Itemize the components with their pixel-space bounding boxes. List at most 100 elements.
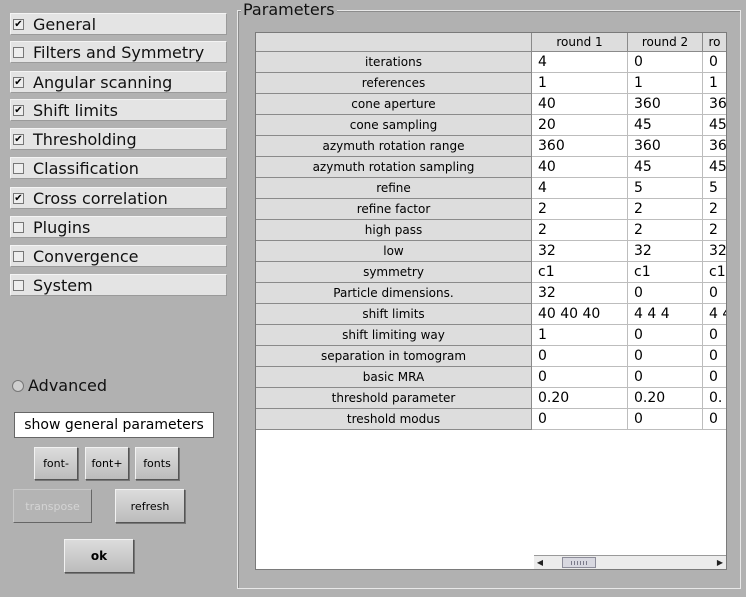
- table-cell[interactable]: 2: [628, 220, 703, 241]
- horizontal-scrollbar[interactable]: ◀ ▶: [534, 555, 726, 569]
- table-cell[interactable]: 0: [628, 346, 703, 367]
- table-cell[interactable]: c1: [628, 262, 703, 283]
- table-cell[interactable]: 0: [628, 52, 703, 73]
- show-general-parameters-button[interactable]: show general parameters: [14, 412, 214, 438]
- checkbox-checked-icon[interactable]: ✔: [13, 133, 24, 145]
- checkbox-checked-icon[interactable]: ✔: [13, 76, 24, 88]
- scrollbar-thumb[interactable]: [562, 557, 596, 568]
- category-shift-limits[interactable]: ✔ Shift limits: [10, 99, 227, 121]
- checkbox-unchecked-icon[interactable]: [13, 250, 24, 262]
- category-cross-correlation[interactable]: ✔ Cross correlation: [10, 187, 227, 209]
- table-cell[interactable]: 40: [532, 157, 628, 178]
- table-cell[interactable]: 0.20: [628, 388, 703, 409]
- table-cell[interactable]: 0: [532, 409, 628, 430]
- table-cell[interactable]: 45: [703, 157, 726, 178]
- table-cell[interactable]: 0.20: [532, 388, 628, 409]
- table-cell[interactable]: 45: [628, 157, 703, 178]
- category-thresholding[interactable]: ✔ Thresholding: [10, 128, 227, 150]
- table-cell[interactable]: 2: [703, 199, 726, 220]
- checkbox-checked-icon[interactable]: ✔: [13, 192, 24, 204]
- ok-button[interactable]: ok: [64, 539, 134, 573]
- checkbox-unchecked-icon[interactable]: [13, 46, 24, 58]
- column-header-round-1[interactable]: round 1: [532, 33, 628, 52]
- table-cell[interactable]: 1: [532, 325, 628, 346]
- table-row: refine factor 2 2 2: [256, 199, 726, 220]
- table-row: refine 4 5 5: [256, 178, 726, 199]
- radio-icon[interactable]: [12, 379, 24, 392]
- table-cell[interactable]: 0: [703, 346, 726, 367]
- table-cell[interactable]: 2: [628, 199, 703, 220]
- checkbox-unchecked-icon[interactable]: [13, 162, 24, 174]
- table-cell[interactable]: 1: [703, 73, 726, 94]
- table-row: symmetry c1 c1 c1: [256, 262, 726, 283]
- table-cell[interactable]: 32: [703, 241, 726, 262]
- row-header: separation in tomogram: [256, 346, 532, 367]
- column-header-round-3[interactable]: ro: [703, 33, 726, 52]
- category-label: Thresholding: [33, 129, 137, 149]
- category-general[interactable]: ✔ General: [10, 13, 227, 35]
- row-header: references: [256, 73, 532, 94]
- table-cell[interactable]: 360: [628, 94, 703, 115]
- table-cell[interactable]: 40: [532, 94, 628, 115]
- table-cell[interactable]: c1: [703, 262, 726, 283]
- table-cell[interactable]: 0: [703, 283, 726, 304]
- category-classification[interactable]: Classification: [10, 157, 227, 179]
- category-plugins[interactable]: Plugins: [10, 216, 227, 238]
- checkbox-checked-icon[interactable]: ✔: [13, 104, 24, 116]
- category-convergence[interactable]: Convergence: [10, 245, 227, 267]
- table-cell[interactable]: 4: [532, 178, 628, 199]
- category-angular-scanning[interactable]: ✔ Angular scanning: [10, 71, 227, 93]
- row-header: azymuth rotation sampling: [256, 157, 532, 178]
- checkbox-unchecked-icon[interactable]: [13, 221, 24, 233]
- table-cell[interactable]: 32: [532, 283, 628, 304]
- checkbox-checked-icon[interactable]: ✔: [13, 18, 24, 30]
- table-cell[interactable]: 32: [628, 241, 703, 262]
- table-cell[interactable]: 0: [628, 409, 703, 430]
- table-cell[interactable]: 0: [703, 325, 726, 346]
- table-cell[interactable]: 5: [628, 178, 703, 199]
- table-cell[interactable]: 45: [628, 115, 703, 136]
- font-decrease-button[interactable]: font-: [34, 447, 78, 480]
- category-system[interactable]: System: [10, 274, 227, 296]
- category-label: Angular scanning: [33, 72, 173, 92]
- table-cell[interactable]: 4 4 4: [628, 304, 703, 325]
- table-cell[interactable]: 0: [532, 367, 628, 388]
- table-cell[interactable]: 0: [628, 283, 703, 304]
- category-filters-and-symmetry[interactable]: Filters and Symmetry: [10, 41, 227, 63]
- table-cell[interactable]: 360: [628, 136, 703, 157]
- table-cell[interactable]: 4: [532, 52, 628, 73]
- scroll-left-arrow-icon[interactable]: ◀: [534, 556, 546, 569]
- table-cell[interactable]: 2: [532, 199, 628, 220]
- table-cell[interactable]: 20: [532, 115, 628, 136]
- table-cell[interactable]: 4 4: [703, 304, 726, 325]
- table-row: azymuth rotation sampling 40 45 45: [256, 157, 726, 178]
- table-cell[interactable]: 0: [703, 52, 726, 73]
- fonts-button[interactable]: fonts: [135, 447, 179, 480]
- table-cell[interactable]: 0: [628, 325, 703, 346]
- table-cell[interactable]: 1: [532, 73, 628, 94]
- table-cell[interactable]: c1: [532, 262, 628, 283]
- table-cell[interactable]: 1: [628, 73, 703, 94]
- table-cell[interactable]: 360: [532, 136, 628, 157]
- refresh-button[interactable]: refresh: [115, 489, 185, 523]
- table-cell[interactable]: 2: [532, 220, 628, 241]
- table-cell[interactable]: 0: [532, 346, 628, 367]
- table-cell[interactable]: 36: [703, 136, 726, 157]
- table-cell[interactable]: 32: [532, 241, 628, 262]
- advanced-radio[interactable]: Advanced: [12, 376, 107, 395]
- column-header-round-2[interactable]: round 2: [628, 33, 703, 52]
- table-cell[interactable]: 0: [628, 367, 703, 388]
- checkbox-unchecked-icon[interactable]: [13, 279, 24, 291]
- table-cell[interactable]: 2: [703, 220, 726, 241]
- table-cell[interactable]: 5: [703, 178, 726, 199]
- table-cell[interactable]: 36: [703, 94, 726, 115]
- scroll-right-arrow-icon[interactable]: ▶: [714, 556, 726, 569]
- table-cell[interactable]: 0: [703, 367, 726, 388]
- font-increase-button[interactable]: font+: [85, 447, 129, 480]
- table-row: shift limits40 40 404 4 44 4: [256, 304, 726, 325]
- table-cell[interactable]: 0: [703, 409, 726, 430]
- table-cell[interactable]: 45: [703, 115, 726, 136]
- row-header: shift limits: [256, 304, 532, 325]
- table-cell[interactable]: 40 40 40: [532, 304, 628, 325]
- table-cell[interactable]: 0.: [703, 388, 726, 409]
